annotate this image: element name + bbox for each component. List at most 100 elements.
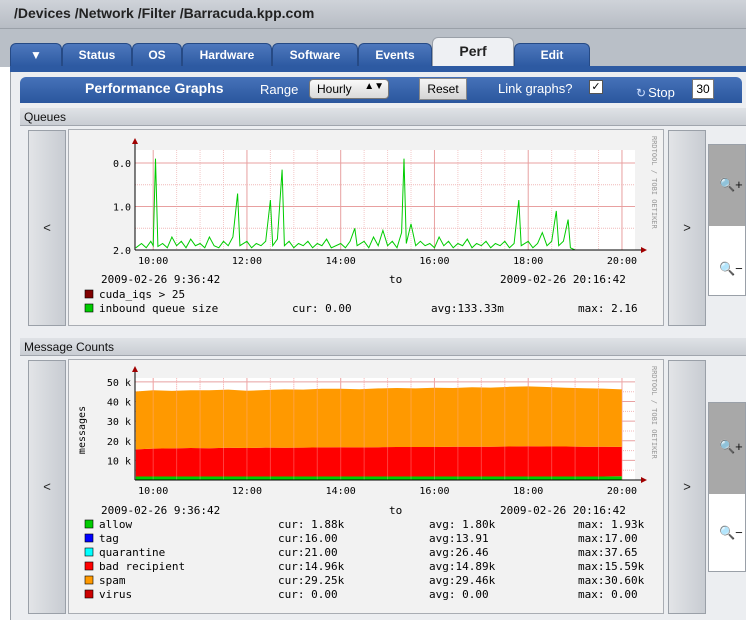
link-graphs-checkbox[interactable]: ✓ bbox=[589, 80, 603, 94]
legend-name: cuda_iqs > 25 bbox=[99, 288, 185, 301]
y-axis-arrow bbox=[132, 366, 138, 372]
legend-avg: avg: 0.00 bbox=[429, 588, 489, 601]
tab-bar: ▼ Status OS Hardware Software Events Per… bbox=[0, 29, 746, 69]
x-tick-label: 12:00 bbox=[232, 486, 262, 497]
legend-swatch bbox=[84, 289, 94, 299]
legend-name: virus bbox=[99, 588, 132, 601]
queues-zoom-panel: 🔍+ 🔍− bbox=[708, 144, 746, 296]
queues-prev-button[interactable]: < bbox=[28, 130, 66, 326]
area-bad-recipient bbox=[135, 446, 623, 477]
legend-cur: cur:29.25k bbox=[278, 574, 345, 587]
tab-events[interactable]: Events bbox=[358, 43, 432, 66]
messages-prev-button[interactable]: < bbox=[28, 360, 66, 614]
y-tick-label: 0.0 bbox=[113, 159, 131, 170]
legend-max: max:30.60k bbox=[578, 574, 645, 587]
page-title: /Devices /Network /Filter /Barracuda.kpp… bbox=[14, 5, 315, 21]
queues-chart: 2.0 1.0 0.0 10:00 12:00 14:00 16:00 18:00 20:00 R… bbox=[84, 136, 658, 315]
legend-cur: cur: 0.00 bbox=[292, 302, 352, 315]
stop-label: Stop bbox=[648, 85, 675, 100]
range-select-value: Hourly bbox=[317, 82, 352, 96]
queues-zoom-in-button[interactable]: 🔍+ bbox=[709, 145, 745, 226]
legend-cur: cur:21.00 bbox=[278, 546, 338, 559]
y-tick-label: 30 k bbox=[107, 417, 131, 428]
toolbar-title: Performance Graphs bbox=[85, 80, 224, 96]
legend-name: tag bbox=[99, 532, 119, 545]
stop-button[interactable]: ↻ Stop bbox=[636, 85, 675, 100]
refresh-icon: ↻ bbox=[636, 86, 647, 100]
plot-area bbox=[135, 150, 635, 250]
x-tick-label: 10:00 bbox=[138, 256, 168, 267]
x-tick-label: 14:00 bbox=[326, 256, 356, 267]
title-bar: /Devices /Network /Filter /Barracuda.kpp… bbox=[0, 0, 746, 29]
range-select[interactable]: Hourly ▲▼ bbox=[309, 79, 389, 99]
refresh-seconds-input[interactable]: 30 bbox=[692, 79, 714, 99]
tab-hardware[interactable]: Hardware bbox=[182, 43, 272, 66]
start-time-label: 2009-02-26 9:36:42 bbox=[101, 504, 220, 517]
x-axis-arrow bbox=[641, 477, 647, 483]
y-axis-arrow bbox=[132, 138, 138, 144]
x-tick-label: 14:00 bbox=[326, 486, 356, 497]
legend-swatch bbox=[84, 303, 94, 313]
y-tick-label: 2.0 bbox=[113, 246, 131, 257]
x-tick-label: 20:00 bbox=[607, 256, 637, 267]
rrdtool-watermark: RRDTOOL / TOBI OETIKER bbox=[650, 136, 658, 230]
start-time-label: 2009-02-26 9:36:42 bbox=[101, 273, 220, 286]
x-tick-label: 12:00 bbox=[232, 256, 262, 267]
x-tick-label: 18:00 bbox=[513, 486, 543, 497]
legend-cur: cur:14.96k bbox=[278, 560, 345, 573]
y-tick-label: 10 k bbox=[107, 456, 131, 467]
legend-cur: cur:16.00 bbox=[278, 532, 338, 545]
legend-avg: avg:13.91 bbox=[429, 532, 489, 545]
y-tick-label: 40 k bbox=[107, 398, 131, 409]
tab-software[interactable]: Software bbox=[272, 43, 358, 66]
area-spam bbox=[135, 386, 623, 450]
legend-avg: avg:26.46 bbox=[429, 546, 489, 559]
to-label: to bbox=[389, 504, 402, 517]
end-time-label: 2009-02-26 20:16:42 bbox=[500, 504, 626, 517]
messages-zoom-in-button[interactable]: 🔍+ bbox=[709, 403, 745, 494]
legend-swatch bbox=[84, 575, 94, 585]
y-axis-label: messages bbox=[77, 406, 88, 454]
zoom-out-icon[interactable]: 🔍− bbox=[719, 525, 743, 541]
queues-next-button[interactable]: > bbox=[668, 130, 706, 326]
x-tick-label: 16:00 bbox=[419, 486, 449, 497]
tab-menu-dropdown[interactable]: ▼ bbox=[10, 43, 62, 66]
tab-status[interactable]: Status bbox=[62, 43, 132, 66]
legend-max: max: 2.16 bbox=[578, 302, 638, 315]
legend-avg: avg: 1.80k bbox=[429, 518, 496, 531]
legend-max: max: 0.00 bbox=[578, 588, 638, 601]
to-label: to bbox=[389, 273, 402, 286]
legend-swatch bbox=[84, 561, 94, 571]
y-tick-label: 50 k bbox=[107, 378, 131, 389]
tab-os[interactable]: OS bbox=[132, 43, 182, 66]
rrdtool-watermark: RRDTOOL / TOBI OETIKER bbox=[650, 366, 658, 460]
x-tick-label: 10:00 bbox=[138, 486, 168, 497]
select-arrows-icon: ▲▼ bbox=[364, 81, 384, 92]
range-label: Range bbox=[260, 82, 299, 97]
legend-avg: avg:14.89k bbox=[429, 560, 496, 573]
reset-button[interactable]: Reset bbox=[419, 78, 467, 100]
x-tick-label: 16:00 bbox=[419, 256, 449, 267]
zoom-out-icon[interactable]: 🔍− bbox=[719, 261, 743, 277]
tab-edit[interactable]: Edit bbox=[514, 43, 590, 66]
tab-perf[interactable]: Perf bbox=[432, 37, 514, 69]
legend-max: max:37.65 bbox=[578, 546, 638, 559]
messages-next-button[interactable]: > bbox=[668, 360, 706, 614]
zoom-in-icon: 🔍+ bbox=[719, 439, 743, 454]
queues-section-title: Queues bbox=[24, 110, 67, 124]
end-time-label: 2009-02-26 20:16:42 bbox=[500, 273, 626, 286]
legend-swatch bbox=[84, 589, 94, 599]
messages-graph: 50 k 40 k 30 k 20 k 10 k 10:00 12:00 14:00 16:00… bbox=[68, 359, 664, 614]
y-tick-label: 20 k bbox=[107, 437, 131, 448]
legend-max: max: 1.93k bbox=[578, 518, 645, 531]
messages-chart: 50 k 40 k 30 k 20 k 10 k 10:00 12:00 14:00 16:00… bbox=[77, 366, 658, 601]
legend-name: spam bbox=[99, 574, 126, 587]
legend-swatch bbox=[84, 533, 94, 543]
legend-swatch bbox=[84, 519, 94, 529]
queues-graph: 2.0 1.0 0.0 10:00 12:00 14:00 16:00 18:00 20:00 R… bbox=[68, 129, 664, 326]
legend-name: bad recipient bbox=[99, 560, 185, 573]
zoom-in-icon: 🔍+ bbox=[719, 177, 743, 192]
legend-max: max:17.00 bbox=[578, 532, 638, 545]
legend-swatch bbox=[84, 547, 94, 557]
legend-name: quarantine bbox=[99, 546, 165, 559]
